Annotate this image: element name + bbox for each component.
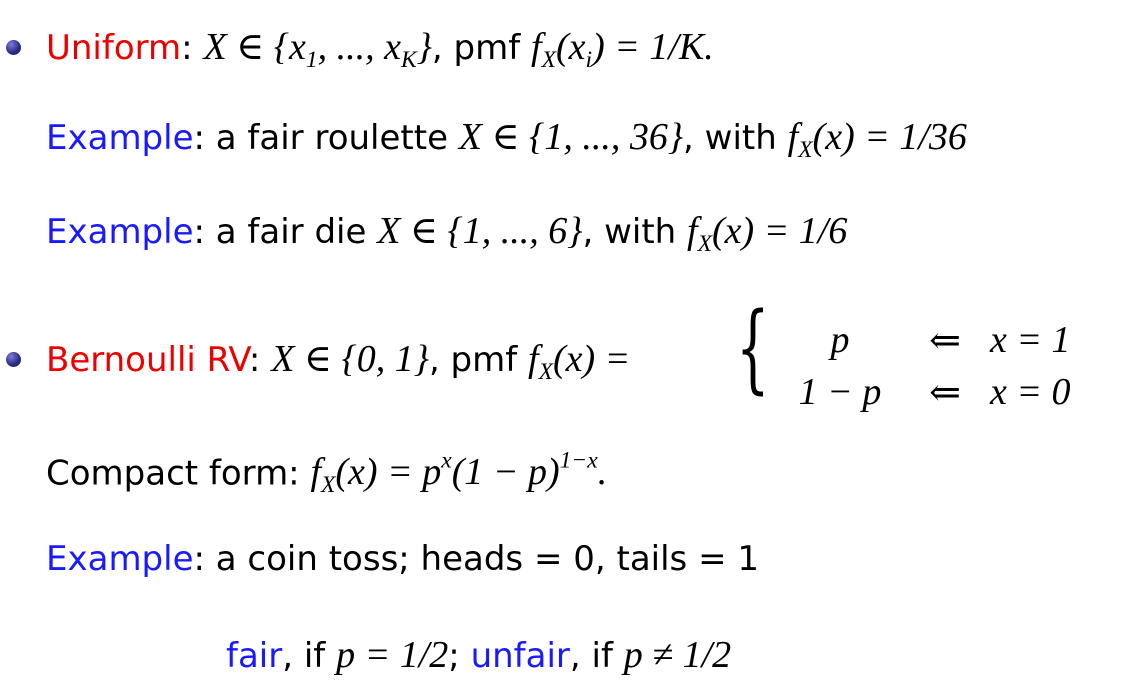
- fairness-line: fair, if p = 1/2; unfair, if p ≠ 1/2: [226, 634, 732, 676]
- uniform-line: Uniform: X ∈ {x1, ..., xK}, pmf fX(xi) =…: [46, 26, 714, 74]
- case-row: p ⇐ x = 1: [830, 319, 1071, 362]
- bullet-bernoulli: [6, 352, 21, 367]
- example-label: Example: [46, 118, 194, 158]
- bernoulli-line: Bernoulli RV: X ∈ {0, 1}, pmf fX(x) =: [46, 338, 631, 386]
- example-die-line: Example: a fair die X ∈ {1, ..., 6}, wit…: [46, 210, 848, 258]
- bernoulli-term: Bernoulli RV: [46, 340, 249, 380]
- example-label: Example: [46, 212, 194, 252]
- fair-term: fair: [226, 636, 283, 676]
- uniform-term: Uniform: [46, 28, 182, 68]
- cases-table: p ⇐ x = 1 1 − p ⇐ x = 0: [780, 314, 1102, 418]
- example-label: Example: [46, 539, 194, 579]
- example-coin-line: Example: a coin toss; heads = 0, tails =…: [46, 539, 759, 579]
- cases-brace: {: [736, 292, 770, 404]
- example-roulette-line: Example: a fair roulette X ∈ {1, ..., 36…: [46, 116, 967, 164]
- compact-form-line: Compact form: fX(x) = px(1 − p)1−x.: [46, 448, 608, 499]
- case-row: 1 − p ⇐ x = 0: [798, 371, 1071, 414]
- unfair-term: unfair: [470, 636, 570, 676]
- bullet-uniform: [6, 40, 21, 55]
